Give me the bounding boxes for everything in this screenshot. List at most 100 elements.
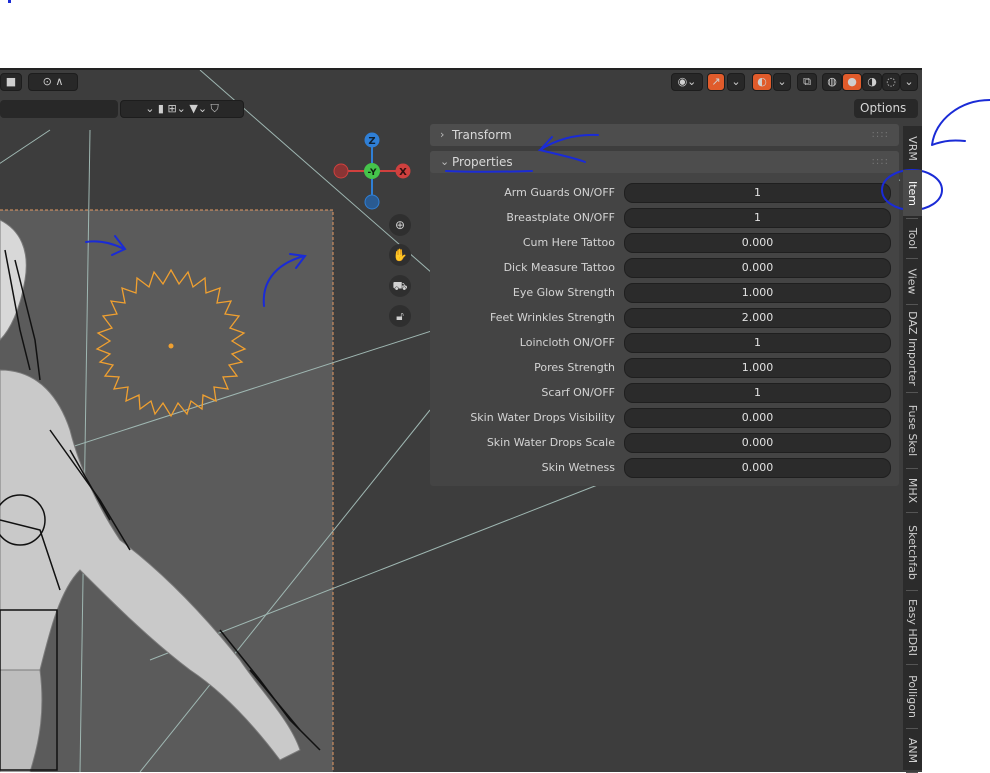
tab-separator — [906, 512, 918, 513]
xray-icon: ⧉ — [803, 75, 811, 88]
overlays-toggle-button[interactable]: ◐ — [752, 73, 772, 91]
navigation-gizmo[interactable]: Z X -Y — [330, 130, 420, 215]
property-value-field[interactable]: 0.000 — [624, 458, 891, 478]
sun-light-origin — [168, 343, 174, 349]
property-value-field[interactable]: 0.000 — [624, 408, 891, 428]
sidebar-tab-vrm[interactable]: VRM — [903, 128, 922, 168]
sidebar-tab-polligon[interactable]: Polligon — [903, 666, 922, 726]
properties-panel-title: Properties — [452, 155, 513, 169]
search-input[interactable] — [0, 100, 118, 118]
property-value-field[interactable]: 1.000 — [624, 283, 891, 303]
filter-icons: ⌄ ▮ ⊞⌄ ▼⌄ ⛉ — [145, 102, 219, 115]
zoom-icon: ⊕ — [394, 218, 406, 232]
property-label: Cum Here Tattoo — [522, 236, 615, 249]
sidebar-tab-tool[interactable]: Tool — [903, 220, 922, 256]
transform-panel-title: Transform — [452, 128, 512, 142]
gizmo-menu-button[interactable]: ⌄ — [727, 73, 745, 91]
property-value-field[interactable]: 2.000 — [624, 308, 891, 328]
tab-separator — [906, 664, 918, 665]
shading-mode-button[interactable]: ■ — [0, 73, 22, 91]
shading-menu-button[interactable]: ⌄ — [900, 73, 918, 91]
sidebar-tab-item[interactable]: Item — [903, 170, 922, 216]
sidebar-tab-label: View — [906, 267, 920, 295]
chevron-right-icon: › — [440, 128, 445, 141]
chevron-down-icon: ⌄ — [777, 75, 787, 88]
tab-separator — [906, 218, 918, 219]
transform-panel-header[interactable]: › Transform :::: — [430, 124, 899, 146]
gizmo-neg-x-axis — [333, 163, 349, 179]
sidebar-tab-label: Sketchfab — [906, 524, 919, 580]
chevron-down-icon: ⌄ — [904, 75, 914, 88]
pan-button[interactable]: ✋ — [389, 244, 411, 266]
property-value-field[interactable]: 1 — [624, 208, 891, 228]
property-label: Dick Measure Tattoo — [503, 261, 615, 274]
property-value-field[interactable]: 1 — [624, 183, 891, 203]
rendered-shading-button[interactable]: ◌ — [882, 73, 900, 91]
gizmo-y-label: -Y — [368, 168, 377, 178]
sidebar-tab-label: ANM — [906, 737, 919, 763]
solid-shading-button[interactable]: ● — [842, 73, 862, 91]
options-dropdown[interactable]: Options ⌄ — [854, 99, 918, 134]
wireframe-shading-button[interactable]: ◍ — [822, 73, 842, 91]
overlays-icon: ◐ — [757, 75, 767, 88]
gizmo-z-label: Z — [368, 136, 375, 147]
annotation-dot — [8, 0, 11, 3]
wireframe-sphere-icon: ◍ — [827, 75, 837, 88]
sidebar-tab-label: VRM — [906, 135, 920, 161]
material-shading-button[interactable]: ◑ — [862, 73, 882, 91]
tab-separator — [906, 468, 918, 469]
property-value-field[interactable]: 0.000 — [624, 233, 891, 253]
sidebar-tab-easy-hdri[interactable]: Easy HDRI — [903, 592, 922, 662]
properties-panel-header[interactable]: ⌄ Properties :::: — [430, 151, 899, 173]
overlays-menu-button[interactable]: ⌄ — [773, 73, 791, 91]
sidebar-tab-mhx[interactable]: MHX — [903, 470, 922, 510]
solid-sphere-icon: ● — [847, 75, 857, 88]
gizmo-toggle-button[interactable]: ↗ — [707, 73, 725, 91]
sidebar-tab-fuse-skel[interactable]: Fuse Skel — [903, 394, 922, 466]
falloff-icon: ⊙ ∧ — [42, 75, 64, 88]
drag-handle-icon[interactable]: :::: — [872, 124, 889, 146]
sidebar-tab-label: Easy HDRI — [906, 598, 919, 656]
camera-icon: ⛟ — [392, 279, 408, 293]
hand-icon: ✋ — [392, 248, 408, 262]
camera-view-button[interactable]: ⛟ — [389, 275, 411, 297]
property-label: Eye Glow Strength — [512, 286, 615, 299]
tab-separator — [906, 258, 918, 259]
property-value-field[interactable]: 1 — [624, 333, 891, 353]
proportional-edit-button[interactable]: ⊙ ∧ — [28, 73, 78, 91]
visibility-button[interactable]: ◉⌄ — [671, 73, 703, 91]
property-label: Skin Water Drops Scale — [486, 436, 615, 449]
sidebar-tab-label: DAZ Importer — [906, 310, 920, 386]
drag-handle-icon[interactable]: :::: — [872, 151, 889, 173]
tab-separator — [906, 304, 918, 305]
options-label: Options — [860, 101, 907, 115]
tab-separator — [906, 590, 918, 591]
sidebar-tab-anm[interactable]: ANM — [903, 730, 922, 770]
sidebar-tab-label: Fuse Skel — [906, 404, 920, 456]
property-value-field[interactable]: 0.000 — [624, 433, 891, 453]
filter-toolbar[interactable]: ⌄ ▮ ⊞⌄ ▼⌄ ⛉ — [120, 100, 244, 118]
property-value-field[interactable]: 1 — [624, 383, 891, 403]
property-value-field[interactable]: 1.000 — [624, 358, 891, 378]
property-value-field[interactable]: 0.000 — [624, 258, 891, 278]
cube-icon: ■ — [5, 75, 17, 88]
property-label: Skin Wetness — [541, 461, 615, 474]
sidebar-tab-daz-importer[interactable]: DAZ Importer — [903, 306, 922, 390]
eye-icon: ◉⌄ — [677, 75, 697, 88]
property-label: Scarf ON/OFF — [541, 386, 615, 399]
sidebar-tab-label: Polligon — [906, 674, 920, 718]
sidebar-tab-sketchfab[interactable]: Sketchfab — [903, 516, 922, 588]
rendered-sphere-icon: ◌ — [886, 75, 896, 88]
sidebar-tab-label: Tool — [906, 227, 919, 249]
property-label: Pores Strength — [534, 361, 615, 374]
property-label: Loincloth ON/OFF — [519, 336, 615, 349]
tab-separator — [906, 392, 918, 393]
gizmo-x-label: X — [399, 167, 407, 178]
tab-separator — [906, 728, 918, 729]
lock-view-button[interactable]: 🔓︎ — [389, 305, 411, 327]
zoom-button[interactable]: ⊕ — [389, 214, 411, 236]
xray-button[interactable]: ⧉ — [797, 73, 817, 91]
sidebar-tab-view[interactable]: View — [903, 260, 922, 302]
sidebar-tab-label: MHX — [906, 477, 919, 503]
chevron-down-icon: ⌄ — [440, 155, 450, 168]
